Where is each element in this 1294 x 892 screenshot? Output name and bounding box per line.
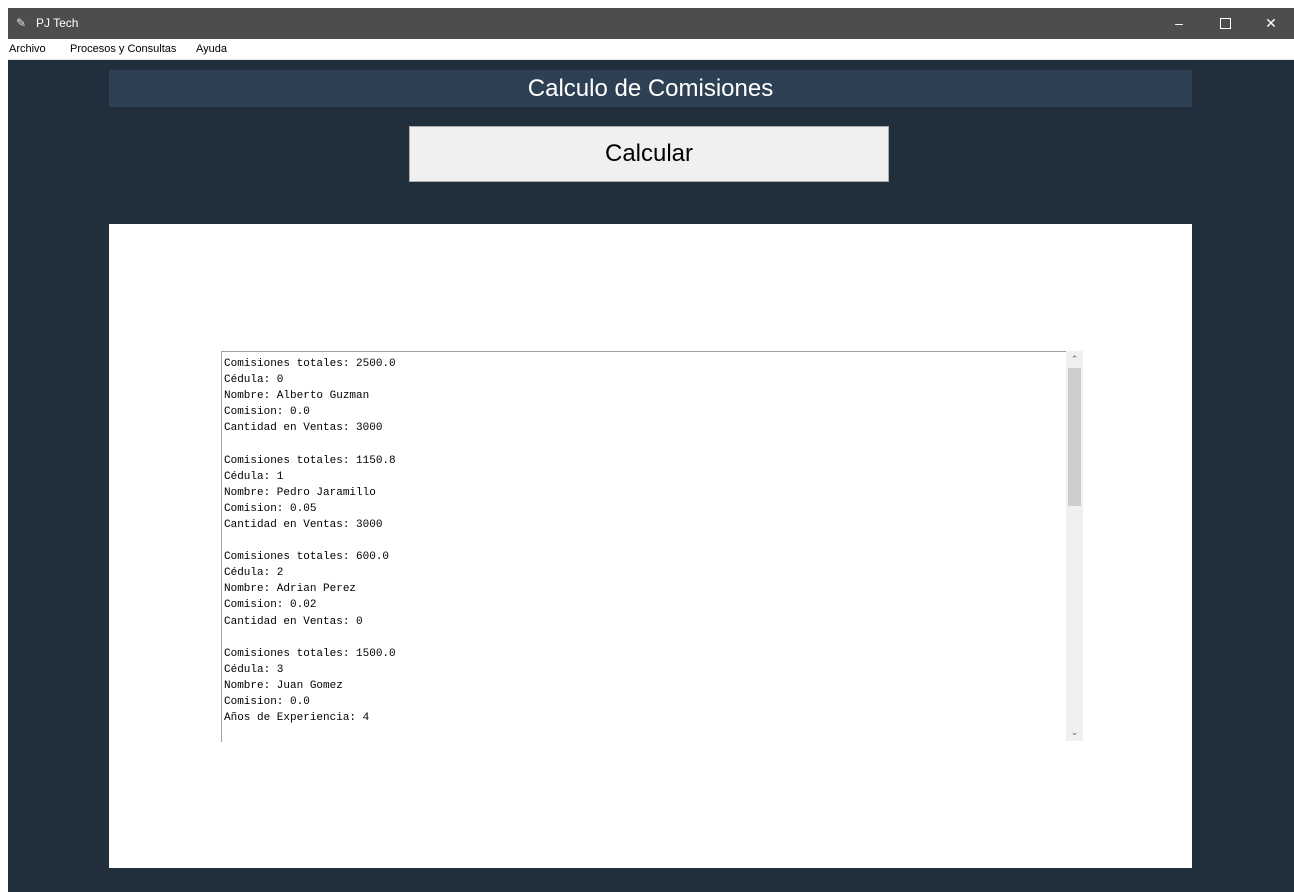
- calculate-button[interactable]: Calcular: [409, 126, 889, 182]
- chevron-down-icon[interactable]: ⌄: [1066, 724, 1083, 741]
- chevron-up-icon[interactable]: ⌃: [1066, 351, 1083, 368]
- scrollbar-thumb[interactable]: [1068, 368, 1081, 506]
- minimize-button[interactable]: –: [1156, 8, 1202, 39]
- results-panel: Comisiones totales: 2500.0 Cédula: 0 Nom…: [109, 224, 1192, 868]
- results-text: Comisiones totales: 2500.0 Cédula: 0 Nom…: [224, 358, 396, 725]
- title-bar[interactable]: ✎ PJ Tech – ✕: [8, 8, 1294, 39]
- app-window: ✎ PJ Tech – ✕ Archivo Procesos y Consult…: [8, 8, 1294, 892]
- window-title: PJ Tech: [36, 16, 79, 30]
- maximize-button[interactable]: [1202, 8, 1248, 39]
- feather-icon: ✎: [16, 16, 27, 30]
- menu-ayuda[interactable]: Ayuda: [196, 42, 227, 56]
- results-textarea[interactable]: Comisiones totales: 2500.0 Cédula: 0 Nom…: [221, 351, 1067, 742]
- menu-bar: Archivo Procesos y Consultas Ayuda: [8, 39, 1294, 60]
- menu-procesos-consultas[interactable]: Procesos y Consultas: [70, 42, 176, 56]
- maximize-icon: [1219, 17, 1231, 29]
- page-title: Calculo de Comisiones: [109, 70, 1192, 107]
- results-scrollbar[interactable]: ⌃ ⌄: [1066, 351, 1083, 741]
- close-button[interactable]: ✕: [1248, 8, 1294, 39]
- menu-archivo[interactable]: Archivo: [9, 42, 46, 56]
- textarea-border-gap: [867, 352, 1067, 353]
